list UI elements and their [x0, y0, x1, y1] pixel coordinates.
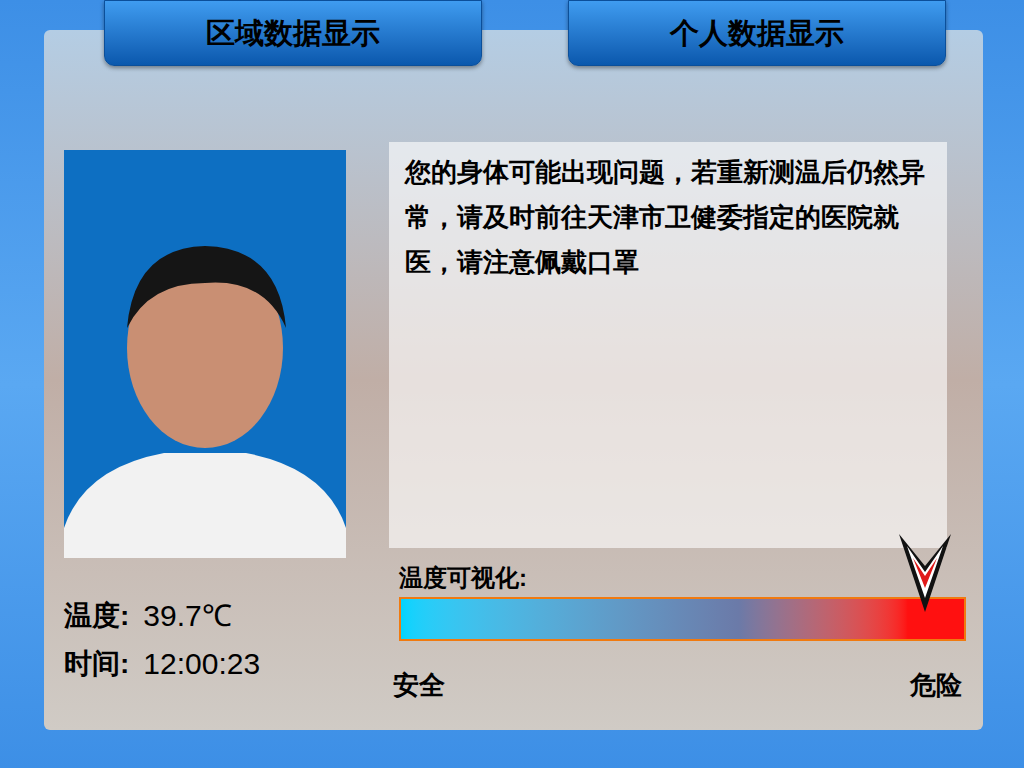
pointer-icon	[897, 532, 953, 614]
time-row: 时间:12:00:23	[64, 646, 346, 682]
message-box: 您的身体可能出现问题，若重新测温后仍然异常，请及时前往天津市卫健委指定的医院就医…	[389, 142, 947, 548]
right-column: 您的身体可能出现问题，若重新测温后仍然异常，请及时前往天津市卫健委指定的医院就医…	[389, 142, 966, 730]
visualization-label: 温度可视化:	[389, 562, 966, 594]
nav-tab[interactable]: 个人数据显示	[568, 0, 946, 66]
person-icon	[64, 228, 346, 558]
nav-tab[interactable]: 区域数据显示	[104, 0, 482, 66]
danger-label: 危险	[910, 669, 962, 701]
tab-bar: 区域数据显示 个人数据显示	[104, 0, 946, 66]
scale-labels: 安全 危险	[389, 669, 976, 701]
temperature-bar	[399, 597, 966, 641]
main-panel: 温度:39.7℃ 时间:12:00:23 您的身体可能出现问题，若重新测温后仍然异常…	[44, 30, 983, 730]
person-photo	[64, 150, 346, 558]
temperature-row: 温度:39.7℃	[64, 598, 346, 634]
safe-label: 安全	[393, 669, 445, 701]
screen: 温度:39.7℃ 时间:12:00:23 您的身体可能出现问题，若重新测温后仍然异常…	[0, 0, 1024, 768]
left-column: 温度:39.7℃ 时间:12:00:23	[44, 142, 346, 730]
